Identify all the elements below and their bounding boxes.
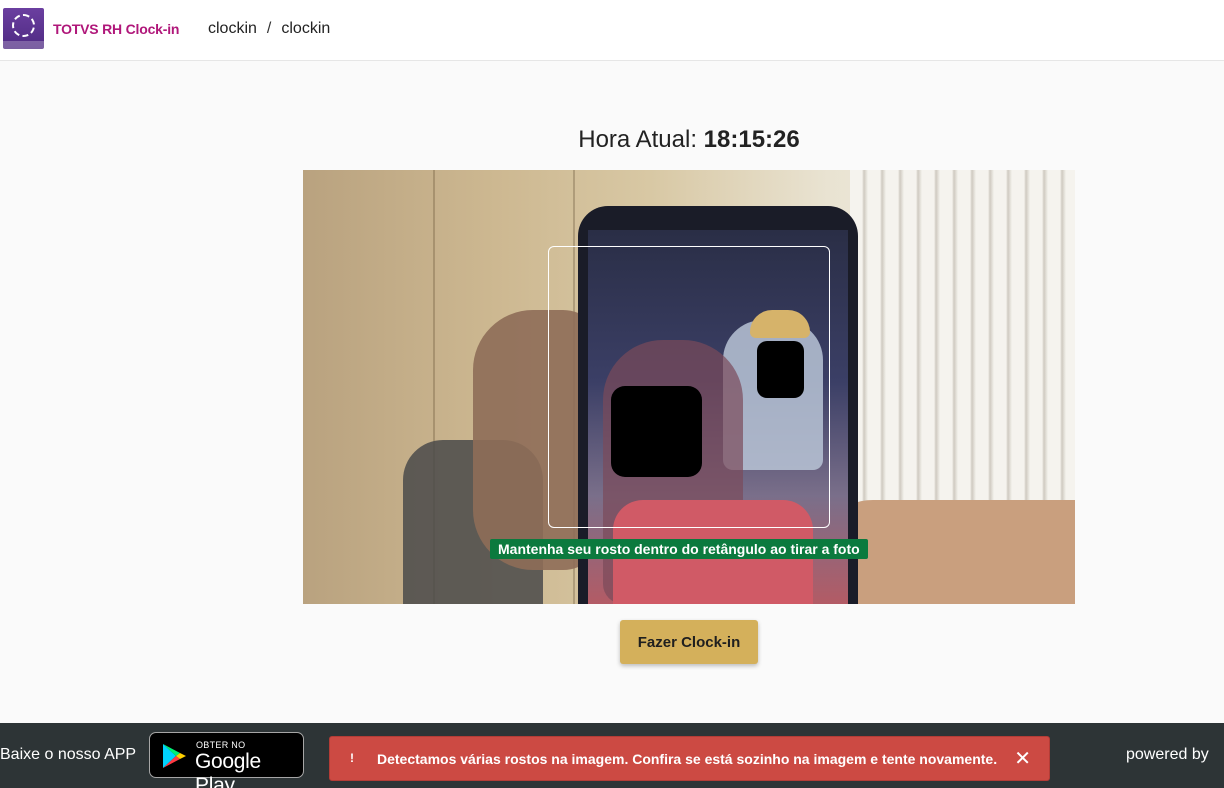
camera-preview: Mantenha seu rosto dentro do retângulo a…: [303, 170, 1075, 604]
curtain: [850, 170, 1075, 550]
footer: Baixe o nosso APP OBTER NO Google Play !…: [0, 723, 1224, 788]
store-caption: OBTER NO: [196, 740, 246, 750]
error-alert: ! Detectamos várias rostos na imagem. Co…: [329, 736, 1050, 781]
breadcrumb-item[interactable]: clockin: [208, 20, 257, 38]
breadcrumb-item-current: clockin: [281, 20, 331, 37]
store-name: Google Play: [195, 750, 261, 788]
breadcrumb-separator: /: [266, 20, 272, 37]
current-time: Hora Atual: 18:15:26: [0, 126, 1224, 154]
google-play-icon: [163, 744, 186, 768]
logo-ring: [12, 14, 35, 37]
google-play-badge[interactable]: OBTER NO Google Play: [149, 732, 304, 788]
powered-by-text: powered by: [1126, 746, 1209, 763]
app-title[interactable]: TOTVS RH Clock-in: [53, 21, 179, 37]
totvs-logo-icon[interactable]: [3, 8, 44, 49]
download-app-text: Baixe o nosso APP: [0, 746, 137, 763]
logo-band: [3, 41, 44, 49]
breadcrumb: clockin / clockin: [208, 20, 330, 38]
alert-icon: !: [350, 751, 354, 765]
close-icon[interactable]: ✕: [1014, 747, 1031, 771]
face-guide-rectangle: [548, 246, 830, 528]
current-time-value: 18:15:26: [703, 126, 800, 153]
face-guide-hint: Mantenha seu rosto dentro do retângulo a…: [490, 539, 868, 559]
alert-message: Detectamos várias rostos na imagem. Conf…: [377, 751, 998, 767]
current-time-label: Hora Atual:: [578, 126, 697, 153]
top-header: TOTVS RH Clock-in clockin / clockin: [0, 0, 1224, 61]
clockin-button[interactable]: Fazer Clock-in: [620, 620, 758, 664]
